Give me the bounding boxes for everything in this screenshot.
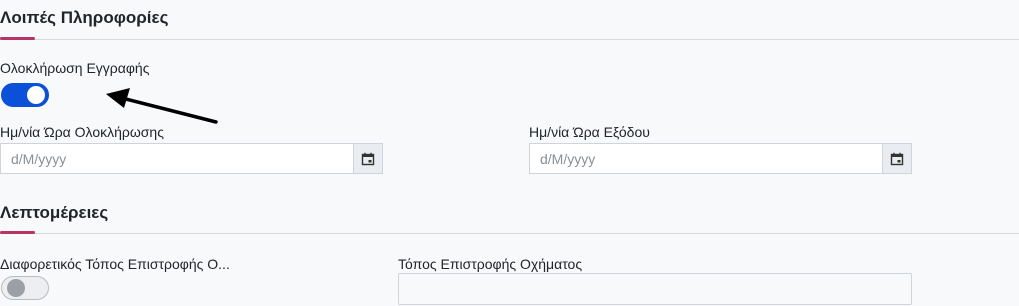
- arrow-icon: [106, 88, 218, 124]
- section-accent: [0, 37, 35, 40]
- toggle-knob: [27, 86, 45, 104]
- completion-toggle[interactable]: [1, 83, 49, 107]
- completion-datetime-field: [0, 143, 383, 174]
- calendar-icon: [890, 152, 904, 165]
- calendar-icon: [361, 152, 375, 165]
- exit-datetime-input[interactable]: [530, 144, 882, 173]
- completion-datetime-input[interactable]: [1, 144, 353, 173]
- exit-datetime-calendar-button[interactable]: [882, 144, 911, 173]
- section-title-details: Λεπτομέρειες: [0, 203, 109, 222]
- completion-datetime-calendar-button[interactable]: [353, 144, 382, 173]
- section-divider: [0, 233, 1019, 234]
- section-divider: [0, 39, 1019, 40]
- completion-toggle-label: Ολοκλήρωση Εγγραφής: [0, 60, 150, 76]
- different-return-toggle-label: Διαφορετικός Τόπος Επιστροφής Ο...: [0, 256, 230, 272]
- exit-datetime-field: [529, 143, 912, 174]
- completion-datetime-label: Ημ/νία Ώρα Ολοκλήρωσης: [0, 124, 164, 140]
- different-return-toggle[interactable]: [1, 276, 49, 300]
- toggle-knob: [7, 279, 25, 297]
- exit-datetime-label: Ημ/νία Ώρα Εξόδου: [529, 124, 650, 140]
- return-location-label: Τόπος Επιστροφής Οχήματος: [398, 256, 583, 272]
- return-location-input[interactable]: [398, 273, 912, 305]
- section-title-other-info: Λοιπές Πληροφορίες: [0, 8, 169, 27]
- section-accent: [0, 231, 35, 234]
